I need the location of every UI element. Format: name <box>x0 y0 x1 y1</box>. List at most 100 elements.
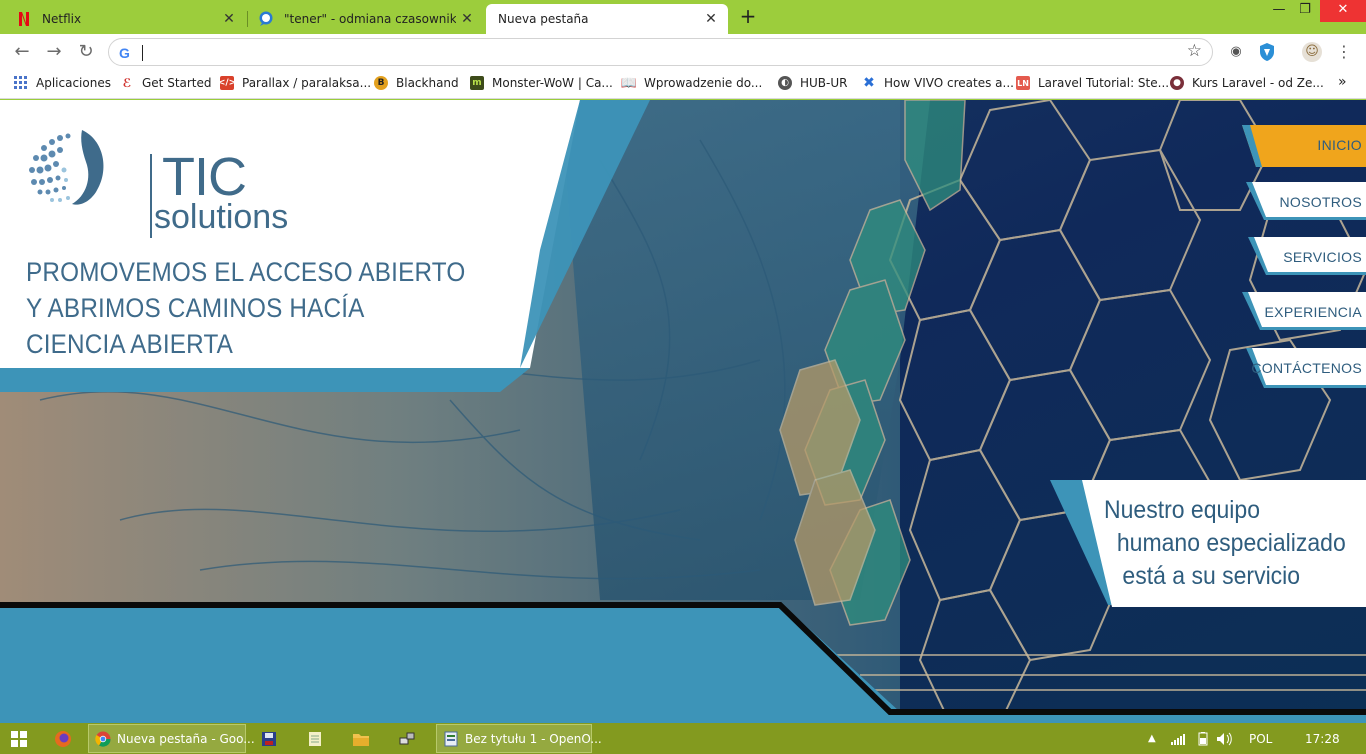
team-line: humano especializado <box>1116 529 1346 557</box>
extension-eye-icon[interactable]: ◉ <box>1226 42 1246 62</box>
browser-toolbar: ← → ↻ G ☆ ◉ ☺ ⋮ <box>0 34 1366 70</box>
save-taskbar-icon[interactable] <box>260 724 278 753</box>
taskbar-app-label: Nueva pestaña - Goo... <box>117 731 255 746</box>
brand-solutions: solutions <box>154 198 289 236</box>
explorer-taskbar-icon[interactable] <box>352 724 370 753</box>
apps-grid-icon <box>14 76 28 90</box>
bookmark-label: Aplicaciones <box>36 76 111 90</box>
forward-button[interactable]: → <box>42 40 66 64</box>
headline-line: CIENCIA ABIERTA <box>26 329 234 359</box>
start-button[interactable] <box>10 724 28 753</box>
b-coin-icon: B <box>374 76 388 90</box>
tab-title: Netflix <box>42 12 82 26</box>
globe-icon: ◐ <box>778 76 792 90</box>
bookmark-label: Laravel Tutorial: Ste... <box>1038 76 1170 90</box>
notepad-taskbar-icon[interactable] <box>306 724 324 753</box>
firefox-taskbar-icon[interactable] <box>54 724 72 753</box>
monster-icon: m <box>470 76 484 90</box>
taskbar-app-openoffice[interactable]: Bez tytułu 1 - OpenO... <box>436 724 602 753</box>
clock[interactable]: 17:28 <box>1305 724 1340 753</box>
nav-label: CONTÁCTENOS <box>1251 360 1362 376</box>
tray-expand-icon[interactable]: ▲ <box>1148 724 1156 753</box>
team-line: Nuestro equipo <box>1104 496 1260 524</box>
new-tab-button[interactable]: + <box>737 6 759 28</box>
wifi-signal-icon[interactable] <box>1170 724 1186 753</box>
more-bookmarks-button[interactable]: » <box>1338 74 1347 90</box>
menu-dots-icon[interactable]: ⋮ <box>1334 42 1354 62</box>
bookmark-label: Blackhand <box>396 76 459 90</box>
shield-extension-icon[interactable] <box>1257 42 1277 62</box>
bookmark-item[interactable]: </> Parallax / paralaksa... <box>217 76 372 90</box>
swirl-icon: ℰ <box>122 76 132 90</box>
hero-headline: PROMOVEMOS EL ACCESO ABIERTO Y ABRIMOS C… <box>26 254 506 362</box>
network-taskbar-icon[interactable] <box>398 724 416 753</box>
tab-new-tab[interactable]: Nueva pestaña ✕ <box>486 4 728 34</box>
bookmark-item[interactable]: ✖ How VIVO creates a... <box>862 75 1014 91</box>
nav-label: EXPERIENCIA <box>1264 304 1362 320</box>
reload-button[interactable]: ↻ <box>74 40 98 64</box>
nav-experiencia[interactable]: EXPERIENCIA <box>1242 292 1366 332</box>
notepad-icon <box>306 730 324 748</box>
tic-logo[interactable]: TIC solutions <box>24 126 288 238</box>
team-message: Nuestro equipo humano especializado está… <box>1104 494 1366 593</box>
bookmark-item[interactable]: LN Laravel Tutorial: Ste... <box>1016 76 1169 90</box>
chat-bubble-icon <box>258 11 274 27</box>
bookmark-label: Monster-WoW | Ca... <box>492 76 613 90</box>
bookmark-label: Kurs Laravel - od Ze... <box>1192 76 1324 90</box>
nav-servicios[interactable]: SERVICIOS <box>1248 237 1366 277</box>
bookmark-item[interactable]: Aplicaciones <box>14 76 111 90</box>
tab-tener[interactable]: "tener" - odmiana czasownika - I ✕ <box>248 4 484 34</box>
address-input[interactable] <box>143 44 1163 62</box>
restore-button[interactable]: ❐ <box>1290 0 1320 22</box>
chrome-icon <box>95 730 111 748</box>
volume-icon[interactable] <box>1216 724 1234 753</box>
bookmark-item[interactable]: 📖 Wprowadzenie do... <box>621 76 763 91</box>
floppy-disk-icon <box>260 730 278 748</box>
close-tab-icon[interactable]: ✕ <box>456 11 478 27</box>
network-plug-icon <box>398 730 416 748</box>
bookmark-label: HUB-UR <box>800 76 848 90</box>
battery-icon[interactable] <box>1196 724 1212 753</box>
windows-logo-icon <box>10 730 28 748</box>
bookmark-item[interactable]: B Blackhand <box>374 76 459 90</box>
openoffice-icon <box>443 730 459 748</box>
bookmarks-bar: Aplicaciones ℰ Get Started </> Parallax / … <box>0 70 1366 99</box>
folder-icon <box>352 730 370 748</box>
tab-strip: Netflix ✕ "tener" - odmiana czasownika -… <box>0 0 1366 34</box>
nav-label: NOSOTROS <box>1279 194 1362 210</box>
nav-label: INICIO <box>1317 137 1362 153</box>
bookmark-item[interactable]: ◐ HUB-UR <box>778 76 848 90</box>
bookmark-item[interactable]: m Monster-WoW | Ca... <box>470 76 613 90</box>
team-line: está a su servicio <box>1122 562 1301 590</box>
tab-netflix[interactable]: Netflix ✕ <box>0 4 246 34</box>
headline-line: PROMOVEMOS EL ACCESO ABIERTO <box>26 257 466 287</box>
headline-line: Y ABRIMOS CAMINOS HACÍA <box>26 293 365 323</box>
firefox-icon <box>54 730 72 748</box>
bookmark-star-icon[interactable]: ☆ <box>1187 41 1202 61</box>
nav-contactenos[interactable]: CONTÁCTENOS <box>1246 348 1366 388</box>
bookmark-label: Get Started <box>142 76 212 90</box>
close-tab-icon[interactable]: ✕ <box>218 11 240 27</box>
nav-label: SERVICIOS <box>1283 249 1362 265</box>
bookmark-item[interactable]: ● Kurs Laravel - od Ze... <box>1170 76 1324 90</box>
address-bar[interactable]: G ☆ <box>108 38 1213 66</box>
bookmark-label: How VIVO creates a... <box>884 76 1014 90</box>
browser-window: Netflix ✕ "tener" - odmiana czasownika -… <box>0 0 1366 754</box>
bookmark-item[interactable]: ℰ Get Started <box>120 76 212 90</box>
code-icon: </> <box>217 76 237 90</box>
tab-title: Nueva pestaña <box>498 12 589 26</box>
language-indicator[interactable]: POL <box>1249 724 1272 753</box>
nav-inicio[interactable]: INICIO <box>1242 125 1366 167</box>
nav-nosotros[interactable]: NOSOTROS <box>1246 182 1366 222</box>
tab-title: "tener" - odmiana czasownika - I <box>284 12 456 26</box>
profile-avatar-icon[interactable]: ☺ <box>1302 42 1322 62</box>
bookmark-label: Wprowadzenie do... <box>644 76 763 90</box>
back-button[interactable]: ← <box>10 40 34 64</box>
logo-divider <box>150 154 152 238</box>
close-tab-icon[interactable]: ✕ <box>700 11 722 27</box>
google-icon: G <box>119 45 130 61</box>
taskbar-app-chrome[interactable]: Nueva pestaña - Goo... <box>88 724 255 753</box>
ln-icon: LN <box>1016 76 1030 90</box>
close-window-button[interactable]: ✕ <box>1320 0 1366 22</box>
bookmark-label: Parallax / paralaksa... <box>242 76 372 90</box>
